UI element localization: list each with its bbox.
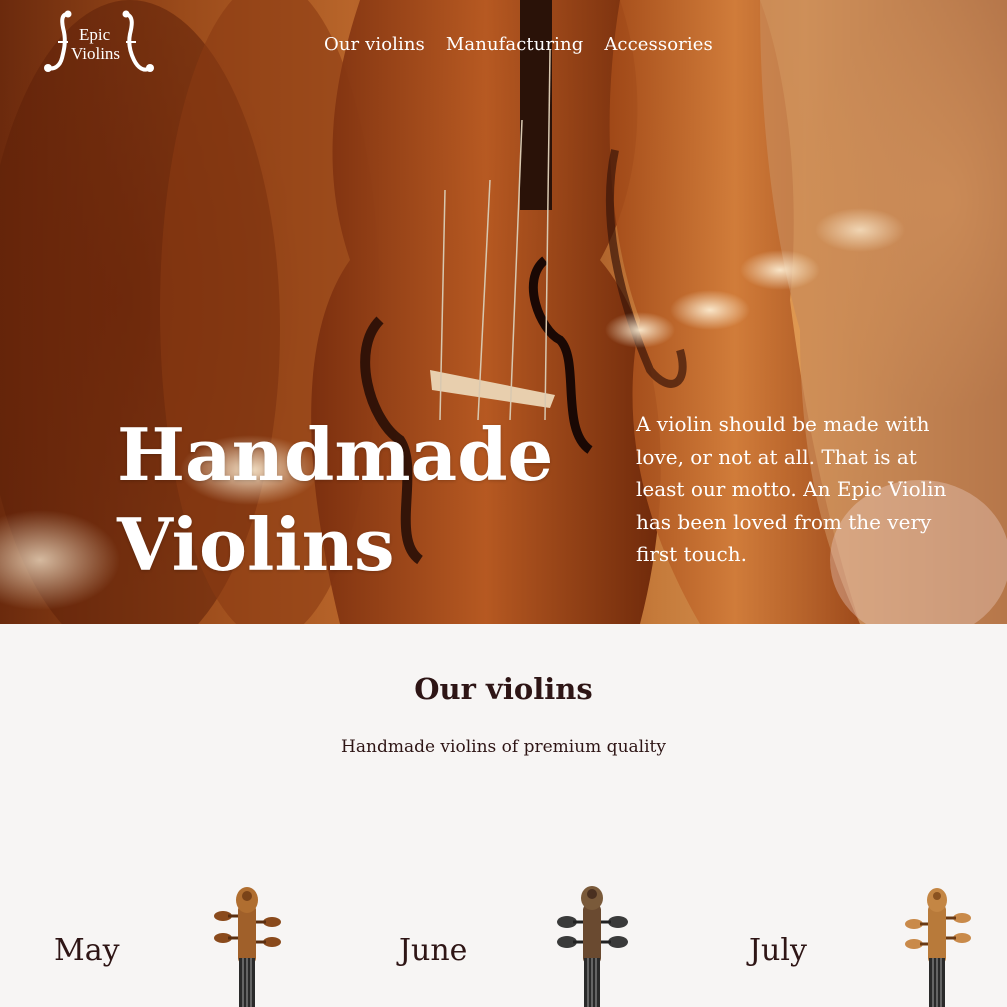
hero-section: Epic Violins Our violins Manufacturing A… [0,0,1007,624]
logo-line-2: Violins [71,44,121,63]
section-subtitle: Handmade violins of premium quality [341,737,666,757]
section-title: Our violins [414,672,593,706]
hero-description: A violin should be made with love, or no… [636,412,947,566]
violin-card-label-may[interactable]: May [54,933,120,968]
hero-title-line-1: Handmade [117,412,554,497]
violin-card-label-june[interactable]: June [399,933,467,968]
main-nav: Our violins Manufacturing Accessories [324,34,713,55]
violin-scroll-image-may[interactable] [208,884,288,1007]
violin-scroll-image-july[interactable] [898,884,978,1007]
logo-line-1: Epic [79,25,111,44]
nav-our-violins[interactable]: Our violins [324,34,425,55]
violin-scroll-image-june[interactable] [553,884,633,1007]
hero-title-line-2: Violins [117,502,395,587]
nav-accessories[interactable]: Accessories [604,34,712,55]
hero-title: Handmade Violins [117,410,597,590]
nav-manufacturing[interactable]: Manufacturing [446,34,583,55]
logo[interactable]: Epic Violins [40,10,155,76]
violin-card-label-july[interactable]: July [749,933,807,968]
logo-text: Epic Violins [71,25,120,63]
